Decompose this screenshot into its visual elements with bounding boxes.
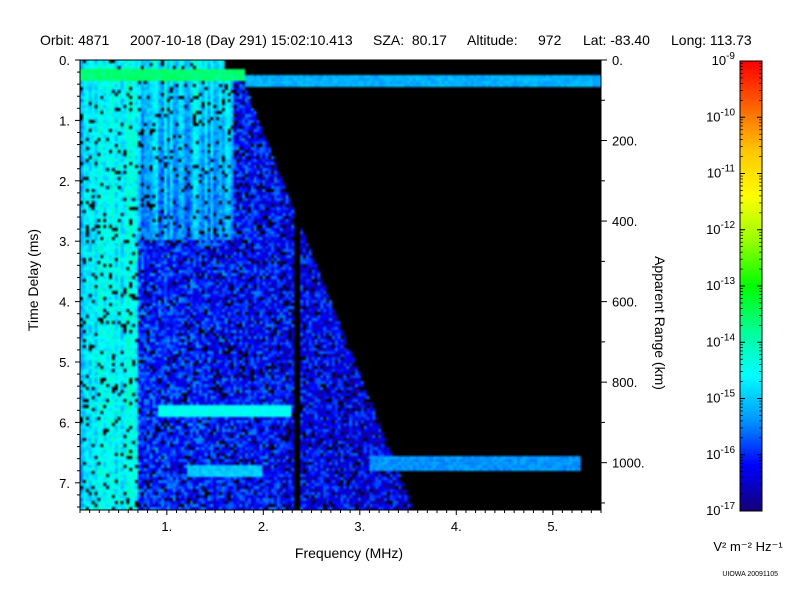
range-tick-label: 400. bbox=[612, 214, 637, 229]
y-tick-label: 3. bbox=[59, 234, 70, 249]
x-axis: 1. 2. 3. 4. 5. bbox=[79, 510, 602, 534]
x-tick-label: 1. bbox=[161, 519, 172, 534]
y-tick-label: 7. bbox=[59, 476, 70, 491]
y-tick-label: 0. bbox=[59, 53, 70, 68]
colorbar-tick-label: 10-16 bbox=[706, 445, 735, 462]
x-tick-label: 3. bbox=[354, 519, 365, 534]
x-tick-label: 5. bbox=[547, 519, 558, 534]
colorbar-unit: V² m⁻² Hz⁻¹ bbox=[713, 539, 783, 554]
x-axis-title: Frequency (MHz) bbox=[295, 545, 403, 561]
y-axis: 0. 1. 2. 3. 4. 5. 6. 7. bbox=[59, 53, 80, 508]
range-tick-label: 200. bbox=[612, 134, 637, 149]
y-tick-label: 5. bbox=[59, 355, 70, 370]
colorbar-tick-label: 10-14 bbox=[706, 332, 735, 349]
range-tick-label: 1000. bbox=[612, 456, 645, 471]
y-tick-label: 2. bbox=[59, 174, 70, 189]
footnote: UIOWA 20091105 bbox=[722, 571, 778, 578]
x-tick-label: 4. bbox=[451, 519, 462, 534]
colorbar-tick-label: 10-10 bbox=[706, 107, 735, 124]
colorbar-tick-label: 10-11 bbox=[707, 164, 736, 181]
range-tick-label: 600. bbox=[612, 295, 637, 310]
y-tick-label: 1. bbox=[59, 113, 70, 128]
y-tick-label: 4. bbox=[59, 295, 70, 310]
apparent-range-axis-title: Apparent Range (km) bbox=[652, 256, 668, 390]
colorbar-tick-label: 10-15 bbox=[706, 389, 735, 406]
colorbar-tick-label: 10-9 bbox=[712, 51, 736, 68]
apparent-range-axis: 0. 200. 400. 600. 800. 1000. bbox=[601, 53, 645, 504]
x-tick-label: 2. bbox=[258, 519, 269, 534]
colorbar-tick-label: 10-13 bbox=[706, 276, 735, 293]
range-tick-label: 800. bbox=[612, 375, 637, 390]
ionogram-chart: 1. 2. 3. 4. 5. 0. 1. 2. 3. 4. 5. 6. 7. 0. 200. 400. 60… bbox=[25, 51, 783, 561]
y-axis-title: Time Delay (ms) bbox=[25, 229, 41, 331]
y-tick-label: 6. bbox=[59, 415, 70, 430]
colorbar-tick-label: 10-12 bbox=[706, 220, 735, 237]
heatmap bbox=[80, 60, 601, 510]
colorbar-tick-label: 10-17 bbox=[706, 501, 735, 518]
range-tick-label: 0. bbox=[612, 53, 623, 68]
